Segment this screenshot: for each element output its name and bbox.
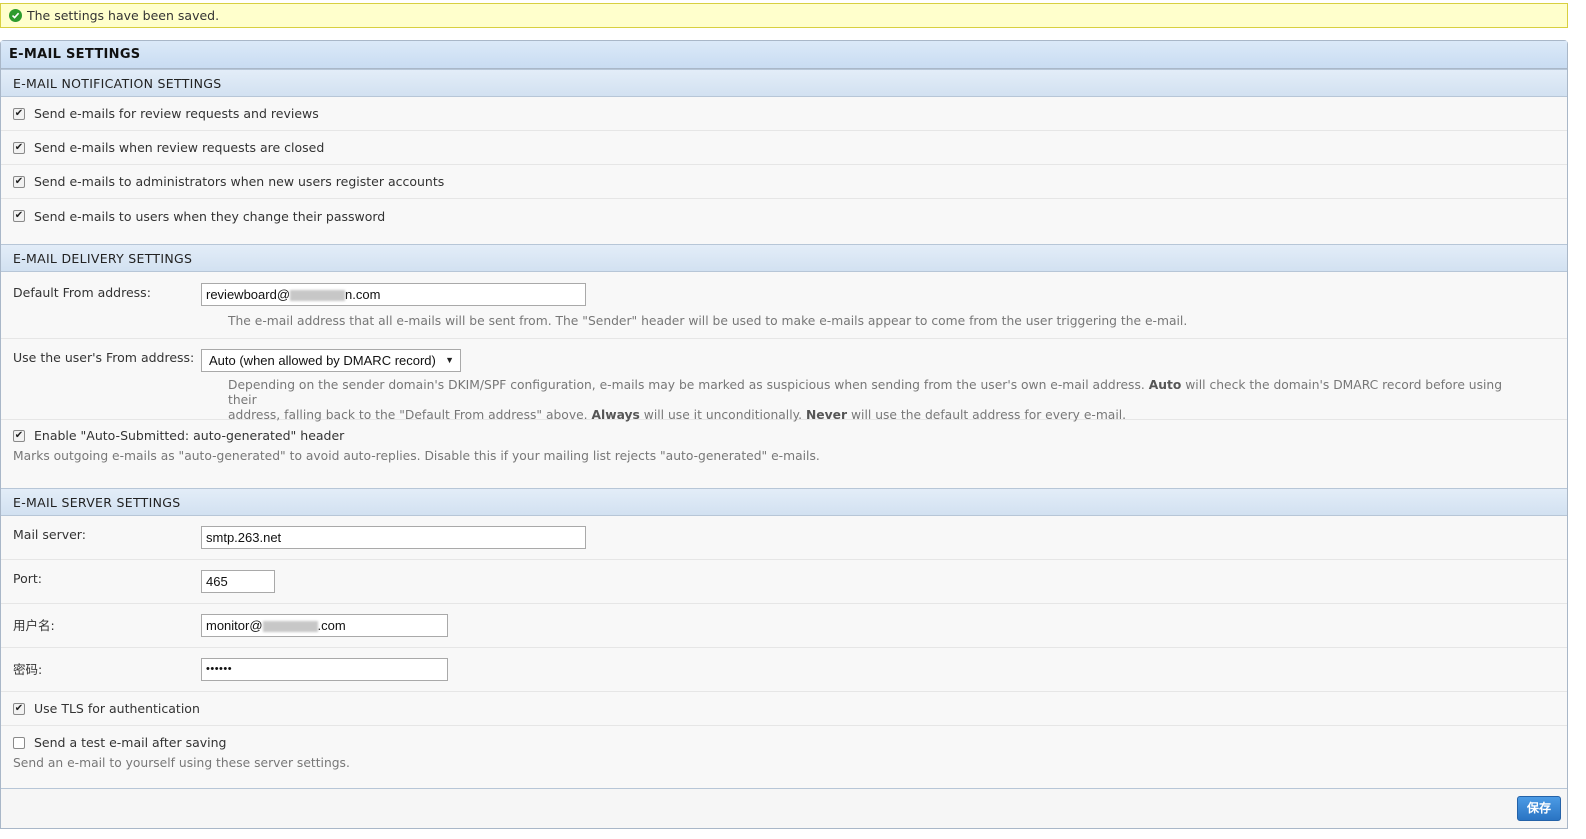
user-from-row: Use the user's From address: Auto (when …: [1, 339, 1567, 423]
mail-server-label: Mail server:: [13, 527, 86, 542]
notify-closed-checkbox[interactable]: ✔: [13, 141, 25, 154]
tls-label[interactable]: Use TLS for authentication: [34, 701, 200, 716]
save-button[interactable]: 保存: [1517, 796, 1561, 821]
auto-submitted-checkbox[interactable]: ✔: [13, 429, 25, 442]
email-settings-panel: E-MAIL SETTINGS E-MAIL NOTIFICATION SETT…: [0, 40, 1568, 829]
notify-admins-label[interactable]: Send e-mails to administrators when new …: [34, 174, 444, 189]
notify-password-label[interactable]: Send e-mails to users when they change t…: [34, 209, 385, 224]
notify-closed-row[interactable]: ✔ Send e-mails when review requests are …: [1, 131, 1567, 165]
server-settings-section: Mail server: smtp.263.net Port: 465 用户名:…: [1, 516, 1567, 784]
password-row: 密码: ••••••: [1, 648, 1567, 692]
test-email-checkbox[interactable]: [13, 736, 25, 749]
auto-submitted-label[interactable]: Enable "Auto-Submitted: auto-generated" …: [34, 428, 344, 443]
user-from-select[interactable]: Auto (when allowed by DMARC record) ▼: [201, 349, 461, 372]
form-footer: 保存: [1, 788, 1567, 828]
username-label: 用户名:: [13, 618, 55, 633]
notify-review-requests-row[interactable]: ✔ Send e-mails for review requests and r…: [1, 97, 1567, 131]
username-row: 用户名: monitor@ .com: [1, 604, 1567, 648]
user-from-help: Depending on the sender domain's DKIM/SP…: [228, 378, 1528, 423]
user-from-help-part1: Depending on the sender domain's DKIM/SP…: [228, 378, 1145, 392]
auto-submitted-row: ✔ Enable "Auto-Submitted: auto-generated…: [1, 420, 1567, 488]
notify-review-requests-label[interactable]: Send e-mails for review requests and rev…: [34, 106, 319, 121]
delivery-settings-section: Default From address: reviewboard@ n.com …: [1, 272, 1567, 488]
tls-checkbox[interactable]: ✔: [13, 702, 25, 715]
auto-submitted-toggle[interactable]: ✔ Enable "Auto-Submitted: auto-generated…: [13, 420, 1567, 443]
notify-closed-label[interactable]: Send e-mails when review requests are cl…: [34, 140, 324, 155]
test-email-row: Send a test e-mail after saving Send an …: [1, 726, 1567, 784]
port-label: Port:: [13, 571, 42, 586]
username-value-suffix: .com: [317, 618, 346, 633]
test-email-toggle[interactable]: Send a test e-mail after saving: [13, 726, 1567, 750]
notify-password-row[interactable]: ✔ Send e-mails to users when they change…: [1, 199, 1567, 233]
notify-admins-checkbox[interactable]: ✔: [13, 175, 25, 188]
success-notice: The settings have been saved.: [0, 3, 1568, 28]
username-input[interactable]: monitor@ .com: [201, 614, 448, 637]
user-from-label: Use the user's From address:: [13, 350, 195, 365]
default-from-label: Default From address:: [13, 285, 151, 300]
panel-title: E-MAIL SETTINGS: [1, 41, 1567, 69]
server-settings-heading: E-MAIL SERVER SETTINGS: [1, 488, 1567, 516]
notify-password-checkbox[interactable]: ✔: [13, 210, 25, 222]
user-from-help-auto: Auto: [1148, 378, 1182, 392]
notice-text: The settings have been saved.: [27, 8, 220, 23]
notification-settings-section: ✔ Send e-mails for review requests and r…: [1, 97, 1567, 244]
mail-server-input[interactable]: smtp.263.net: [201, 526, 586, 549]
port-row: Port: 465: [1, 560, 1567, 604]
check-circle-icon: [9, 9, 22, 22]
chevron-down-icon: ▼: [445, 355, 454, 365]
delivery-settings-heading: E-MAIL DELIVERY SETTINGS: [1, 244, 1567, 272]
default-from-input[interactable]: reviewboard@ n.com: [201, 283, 586, 306]
default-from-help: The e-mail address that all e-mails will…: [228, 314, 1188, 328]
default-from-row: Default From address: reviewboard@ n.com …: [1, 272, 1567, 339]
test-email-label[interactable]: Send a test e-mail after saving: [34, 735, 226, 750]
auto-submitted-help: Marks outgoing e-mails as "auto-generate…: [13, 449, 820, 463]
default-from-value-prefix: reviewboard@: [206, 287, 291, 302]
username-value-prefix: monitor@: [206, 618, 263, 633]
notify-review-requests-checkbox[interactable]: ✔: [13, 107, 25, 120]
redacted-region: [262, 621, 318, 633]
mail-server-row: Mail server: smtp.263.net: [1, 516, 1567, 560]
tls-row[interactable]: ✔ Use TLS for authentication: [1, 692, 1567, 726]
notification-settings-heading: E-MAIL NOTIFICATION SETTINGS: [1, 69, 1567, 97]
password-input[interactable]: ••••••: [201, 658, 448, 681]
password-label: 密码:: [13, 662, 43, 677]
test-email-help: Send an e-mail to yourself using these s…: [13, 756, 350, 770]
notify-admins-row[interactable]: ✔ Send e-mails to administrators when ne…: [1, 165, 1567, 199]
port-input[interactable]: 465: [201, 570, 275, 593]
redacted-region: [290, 290, 346, 302]
default-from-value-suffix: n.com: [345, 287, 381, 302]
user-from-selected: Auto (when allowed by DMARC record): [209, 353, 436, 368]
